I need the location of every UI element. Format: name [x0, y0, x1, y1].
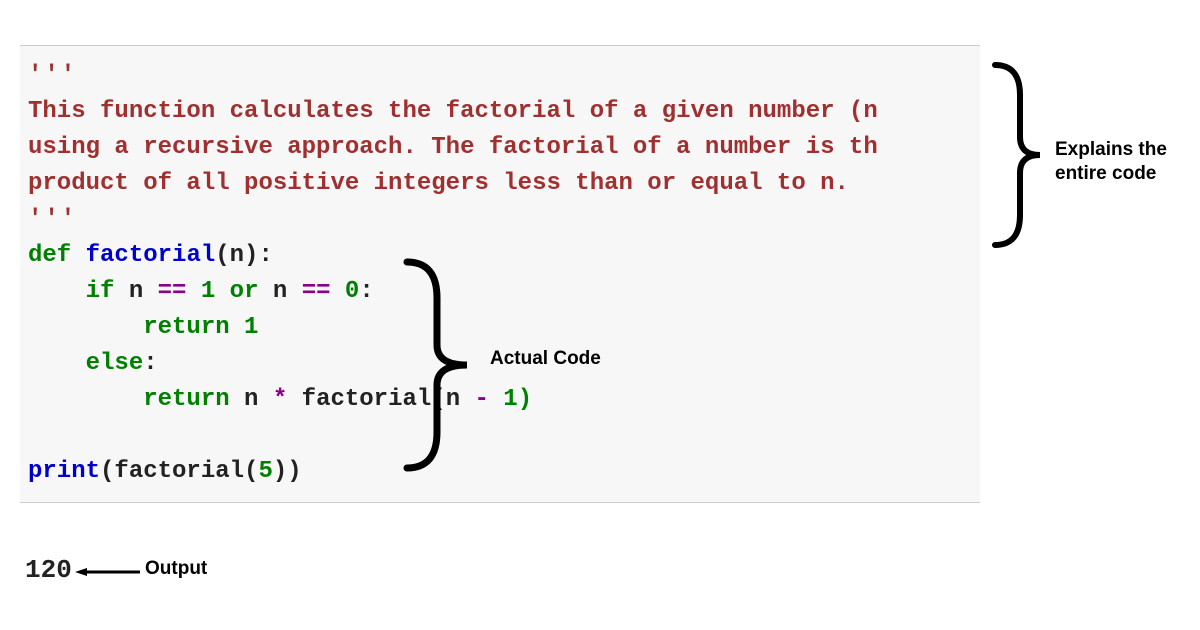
def-keyword: def	[28, 242, 71, 269]
def-line: def factorial(n):	[28, 238, 980, 274]
return-recursive-line: return n * factorial(n - 1)	[28, 382, 980, 418]
code-block: ''' This function calculates the factori…	[20, 45, 980, 503]
if-keyword: if	[86, 278, 115, 305]
def-params: (n):	[215, 242, 273, 269]
docstring-line-2: using a recursive approach. The factoria…	[28, 130, 980, 166]
output-value: 120	[25, 555, 72, 585]
annotation-actual-code: Actual Code	[490, 348, 601, 370]
return-1-line: return 1	[28, 310, 980, 346]
brace-actual-code-icon	[395, 250, 485, 480]
print-line: print(factorial(5))	[28, 454, 980, 490]
arrow-output-icon	[75, 568, 140, 576]
docstring-open-quote: '''	[28, 58, 980, 94]
function-name: factorial	[86, 242, 216, 269]
brace-explains-icon	[985, 55, 1055, 255]
annotation-output: Output	[145, 558, 207, 580]
docstring-line-1: This function calculates the factorial o…	[28, 94, 980, 130]
docstring-close-quote: '''	[28, 202, 980, 238]
blank-line	[28, 418, 980, 454]
annotation-explains: Explains the entire code	[1055, 138, 1195, 186]
docstring-line-3: product of all positive integers less th…	[28, 166, 980, 202]
if-line: if n == 1 or n == 0:	[28, 274, 980, 310]
